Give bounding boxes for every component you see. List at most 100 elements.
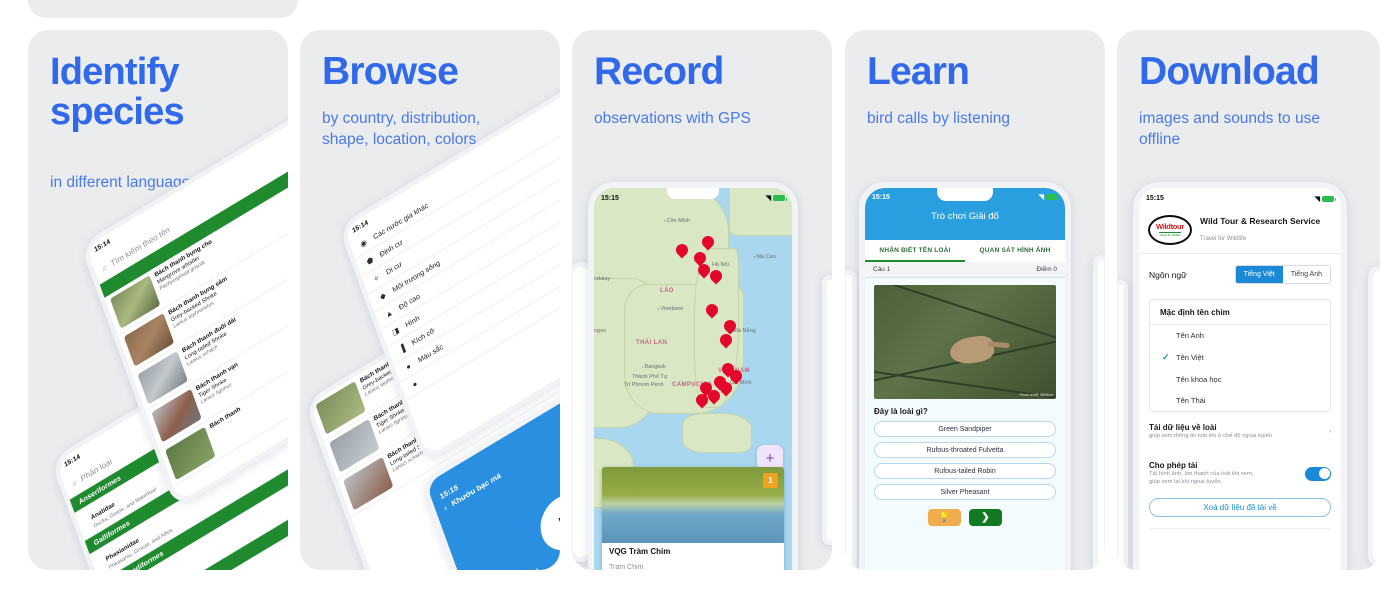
play-button[interactable] <box>533 485 560 561</box>
name-option-label: Tên khoa học <box>1176 375 1222 384</box>
map-label: Vientiane <box>658 306 684 312</box>
panel-peek-top <box>28 0 298 18</box>
phone-edge-right <box>1368 266 1380 566</box>
observation-title: VQG Tràm Chim <box>609 547 671 556</box>
app-title: Trò chơi Giải đố <box>931 211 999 222</box>
color-icon: ● <box>411 379 419 390</box>
home-icon: ⬟ <box>365 255 375 267</box>
brand-header: Wildtour Travel for Wildlife Wild Tour &… <box>1139 206 1341 254</box>
size-icon: ▐ <box>398 343 406 355</box>
name-option-label: Tên Thái <box>1176 396 1206 405</box>
quiz-header: 15:15 ◥ Trò chơi Giải đố <box>865 188 1065 240</box>
phone-edge-right <box>822 275 832 545</box>
habitat-icon: ◆ <box>378 290 387 302</box>
panel-download: Download images and sounds to use offlin… <box>1117 30 1380 570</box>
panel-record-headline: Record <box>594 50 724 93</box>
battery-icon <box>1322 195 1336 202</box>
wifi-icon: ◥ <box>1038 194 1044 201</box>
quiz-option[interactable]: Rufous-tailed Robin <box>874 463 1056 479</box>
panel-download-headline: Download <box>1139 50 1320 93</box>
lightbulb-icon[interactable]: 💡 <box>928 509 961 526</box>
phone-map: 15:15 ◥ Côn Minh Ma Cao Hà Nội LÀO Vient… <box>588 182 798 570</box>
count-badge: 1 <box>763 473 778 488</box>
language-label: Ngôn ngữ <box>1149 269 1187 280</box>
map-label: ndalay <box>594 276 611 282</box>
logo-text: Wildtour <box>1156 222 1184 231</box>
map-label: Ma Cao <box>754 254 776 260</box>
download-species-data-row[interactable]: Tải dữ liệu về loài giúp xem thông tin l… <box>1139 412 1341 450</box>
wildtour-logo: Wildtour Travel for Wildlife <box>1148 215 1192 245</box>
battery-icon <box>1046 194 1060 200</box>
observation-subtitle: Tram Chim <box>609 564 644 570</box>
phone-edge-left <box>1117 280 1128 570</box>
phone-edge-right <box>1093 255 1105 570</box>
filter-label: Hình <box>404 313 421 330</box>
phone-quiz: 15:15 ◥ Trò chơi Giải đố NHẬN BIẾT TÊN L… <box>859 182 1071 570</box>
chevron-right-icon[interactable]: ❯ <box>969 509 1002 526</box>
map-label: Trị Phnom Penh <box>624 382 664 388</box>
map-label: THÁI LAN <box>636 340 668 346</box>
panel-browse: Browse by country, distribution, shape, … <box>300 30 560 570</box>
name-option-scientific[interactable]: Tên khoa học <box>1150 369 1330 390</box>
observation-card[interactable]: 1 VQG Tràm Chim Tram Chim <box>602 467 784 570</box>
migration-icon: ✧ <box>372 272 381 285</box>
map-label: LÀO <box>660 288 674 294</box>
wifi-icon: ◥ <box>1314 195 1320 203</box>
tab-identify-name[interactable]: NHẬN BIẾT TÊN LOÀI <box>865 240 965 262</box>
panel-learn: Learn bird calls by listening 15:15 ◥ Tr… <box>845 30 1105 570</box>
panel-identify: Identify species in different languages.… <box>28 30 288 570</box>
map-canvas[interactable]: 15:15 ◥ Côn Minh Ma Cao Hà Nội LÀO Vient… <box>594 188 792 570</box>
battery-icon <box>773 195 787 201</box>
panel-learn-subtitle: bird calls by listening <box>867 110 1011 127</box>
quiz-option[interactable]: Green Sandpiper <box>874 421 1056 437</box>
clear-downloaded-data-button[interactable]: Xoá dữ liệu đã tải về <box>1149 498 1331 517</box>
observation-photo: 1 <box>602 467 784 543</box>
check-icon: ✓ <box>1162 352 1170 362</box>
status-time: 15:15 <box>1146 195 1164 202</box>
tab-observe-image[interactable]: QUAN SÁT HÌNH ẢNH <box>965 240 1065 262</box>
name-option-thai[interactable]: Tên Thái <box>1150 390 1330 411</box>
chevron-right-icon: › <box>1329 428 1331 435</box>
brand-tagline: Travel for Wildlife <box>1200 235 1247 242</box>
notch <box>937 188 993 201</box>
panel-record: Record observations with GPS 15:15 ◥ ▪ C… <box>572 30 832 570</box>
name-option-label: Tên Việt <box>1176 353 1204 362</box>
language-segmented-control: Tiếng Việt Tiếng Anh <box>1234 265 1331 284</box>
name-option-label: Tên Anh <box>1176 331 1204 340</box>
card-title: Mặc định tên chim <box>1150 300 1330 325</box>
previous-track-icon[interactable]: ◀◀ <box>515 564 543 570</box>
row-title: Tải dữ liệu về loài <box>1149 423 1217 432</box>
row-title: Cho phép tải <box>1149 461 1198 470</box>
name-option-vietnamese[interactable]: ✓ Tên Việt <box>1150 346 1330 369</box>
map-label: Thành Phố Tự <box>632 374 668 380</box>
panel-learn-headline: Learn <box>867 50 970 93</box>
quiz-option[interactable]: Silver Pheasant <box>874 484 1056 500</box>
panel-download-subtitle: images and sounds to use offline <box>1139 110 1320 148</box>
map-label: Bangkok <box>642 364 666 370</box>
quiz-meta: Câu 1 Điểm 0 <box>865 262 1065 278</box>
quiz-photo: Photo credit: Wildtour <box>874 285 1056 399</box>
row-desc: Tải hình ảnh, âm thanh của loài khi xem,… <box>1149 471 1254 485</box>
language-row: Ngôn ngữ Tiếng Việt Tiếng Anh <box>1139 254 1341 295</box>
search-icon: ⌕ <box>100 261 109 274</box>
notch <box>667 188 719 199</box>
name-option-english[interactable]: Tên Anh <box>1150 325 1330 346</box>
map-label: Đà Nẵng <box>734 328 756 334</box>
status-time: 15:15 <box>872 193 890 201</box>
quiz-prompt: Đây là loài gì? <box>874 407 928 416</box>
panel-record-subtitle: observations with GPS <box>594 110 751 127</box>
language-option-english[interactable]: Tiếng Anh <box>1282 266 1330 283</box>
question-number: Câu 1 <box>873 266 891 273</box>
wifi-icon: ◥ <box>765 195 771 202</box>
color-icon: ● <box>404 361 413 372</box>
map-label: Côn Minh <box>664 218 691 224</box>
back-button[interactable]: ‹ <box>443 503 448 512</box>
allow-download-toggle[interactable] <box>1305 466 1331 481</box>
allow-download-row[interactable]: Cho phép tải Tải hình ảnh, âm thanh của … <box>1139 450 1341 496</box>
globe-icon: ◉ <box>359 237 369 250</box>
quiz-option[interactable]: Rufous-throated Fulvetta <box>874 442 1056 458</box>
logo-tagline: Travel for Wildlife <box>1159 231 1181 237</box>
map-label: Hà Nội <box>712 262 729 268</box>
language-option-vietnamese[interactable]: Tiếng Việt <box>1235 266 1283 283</box>
phone-settings: 15:15 ◥ Wildtour Travel for Wildlife Wil… <box>1133 182 1347 570</box>
